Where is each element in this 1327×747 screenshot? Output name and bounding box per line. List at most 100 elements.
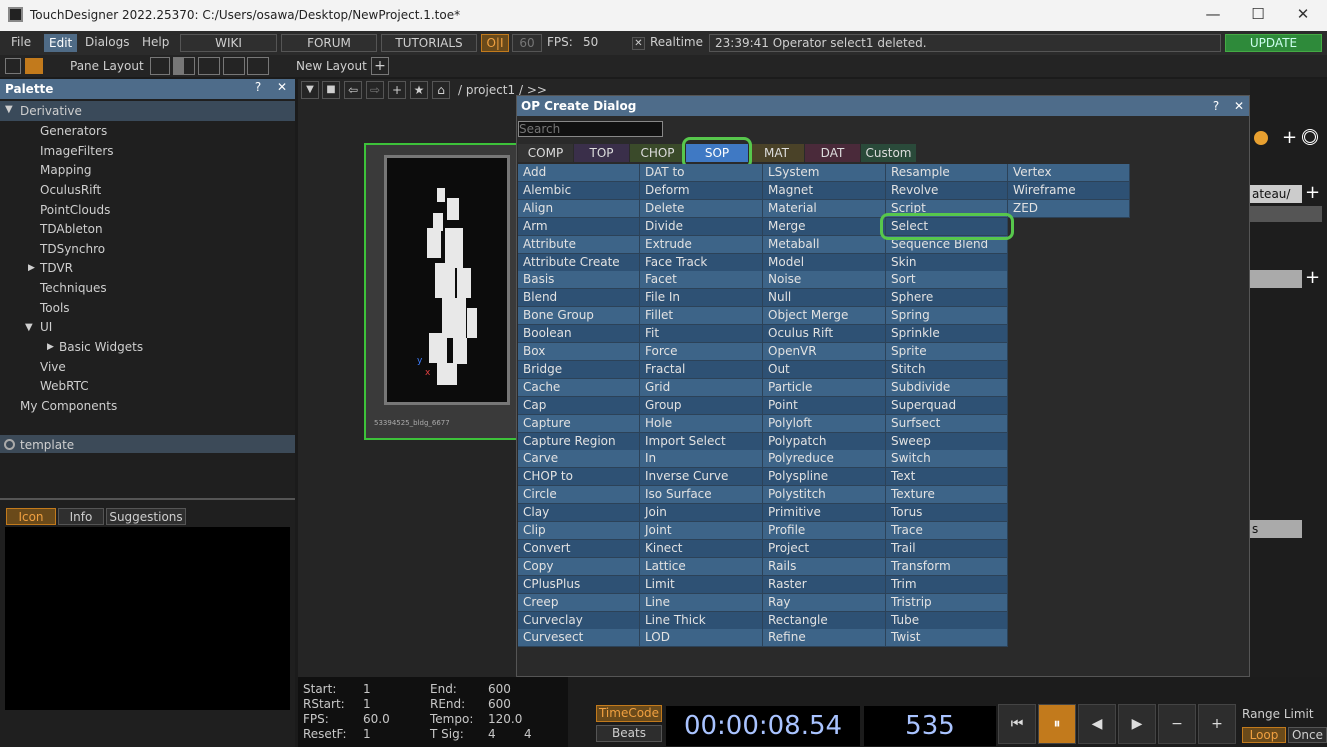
- op-item[interactable]: Refine: [763, 629, 886, 648]
- forward-icon[interactable]: ⇨: [366, 81, 384, 99]
- op-item[interactable]: Blend: [518, 289, 640, 308]
- op-item[interactable]: Stitch: [886, 360, 1008, 379]
- op-item[interactable]: Capture Region: [518, 432, 640, 451]
- op-item[interactable]: Join: [640, 504, 763, 523]
- tree-item[interactable]: TDAbleton: [40, 222, 103, 236]
- op-item[interactable]: Magnet: [763, 181, 886, 200]
- op-item[interactable]: Boolean: [518, 325, 640, 344]
- op-item[interactable]: Null: [763, 289, 886, 308]
- op-item[interactable]: Surfsect: [886, 414, 1008, 433]
- op-item[interactable]: Tube: [886, 611, 1008, 630]
- tree-item[interactable]: WebRTC: [40, 379, 89, 393]
- op-item[interactable]: Force: [640, 343, 763, 361]
- tab-dat[interactable]: DAT: [805, 144, 860, 162]
- timecode-button[interactable]: TimeCode: [596, 705, 662, 722]
- layout-vsplit-icon[interactable]: [173, 57, 195, 75]
- op-item[interactable]: Capture: [518, 414, 640, 433]
- op-item[interactable]: Inverse Curve: [640, 468, 763, 487]
- forum-button[interactable]: FORUM: [281, 34, 377, 52]
- pane-icon[interactable]: [25, 58, 43, 74]
- op-item[interactable]: Rails: [763, 557, 886, 576]
- tsig-b[interactable]: 4: [524, 727, 532, 741]
- dialog-help-button[interactable]: ?: [1206, 97, 1226, 115]
- op-item[interactable]: Clay: [518, 504, 640, 523]
- tree-item[interactable]: Generators: [40, 124, 107, 138]
- plus-icon[interactable]: +: [1305, 267, 1320, 288]
- op-item[interactable]: Extrude: [640, 235, 763, 254]
- op-item[interactable]: Skin: [886, 253, 1008, 272]
- update-button[interactable]: UPDATE: [1225, 34, 1322, 52]
- tree-item-derivative[interactable]: Derivative: [20, 104, 82, 118]
- beats-button[interactable]: Beats: [596, 725, 662, 742]
- tree-item[interactable]: ImageFilters: [40, 144, 114, 158]
- op-item[interactable]: CHOP to: [518, 468, 640, 487]
- expand-icon[interactable]: ▼: [5, 104, 13, 115]
- op-item[interactable]: CPlusPlus: [518, 575, 640, 594]
- back-icon[interactable]: ⇦: [344, 81, 362, 99]
- op-item[interactable]: Limit: [640, 575, 763, 594]
- op-item[interactable]: Cache: [518, 378, 640, 397]
- op-item[interactable]: Ray: [763, 593, 886, 612]
- step-forward-icon[interactable]: ▶: [1118, 704, 1156, 744]
- menu-file[interactable]: File: [11, 35, 31, 49]
- operator-node[interactable]: y x 53394525_bldg_6677: [364, 143, 524, 440]
- tab-icon[interactable]: Icon: [6, 508, 56, 525]
- param-dropdown[interactable]: [1250, 206, 1322, 222]
- op-item[interactable]: Point: [763, 396, 886, 415]
- op-item[interactable]: Box: [518, 343, 640, 361]
- op-item[interactable]: Fractal: [640, 360, 763, 379]
- tree-item[interactable]: Mapping: [40, 163, 92, 177]
- collapse-icon[interactable]: ▶: [47, 342, 54, 352]
- star-icon[interactable]: ★: [410, 81, 428, 99]
- op-item[interactable]: Torus: [886, 504, 1008, 523]
- tree-item[interactable]: PointClouds: [40, 203, 110, 217]
- op-item[interactable]: Rectangle: [763, 611, 886, 630]
- plus-icon[interactable]: +: [1282, 127, 1297, 148]
- tempo-value[interactable]: 120.0: [488, 712, 522, 726]
- op-item[interactable]: Trail: [886, 539, 1008, 558]
- realtime-checkbox[interactable]: ✕: [632, 37, 645, 50]
- tree-item[interactable]: OculusRift: [40, 183, 101, 197]
- op-item[interactable]: Polystitch: [763, 486, 886, 505]
- op-item[interactable]: Curveclay: [518, 611, 640, 630]
- op-item[interactable]: Profile: [763, 522, 886, 540]
- start-value[interactable]: 1: [363, 682, 371, 696]
- tab-custom[interactable]: Custom: [861, 144, 916, 162]
- op-item[interactable]: Trace: [886, 522, 1008, 540]
- fps-cap-field[interactable]: 60: [512, 34, 542, 52]
- layout-hsplit-icon[interactable]: [198, 57, 220, 75]
- menu-dialogs[interactable]: Dialogs: [85, 35, 129, 49]
- add-icon[interactable]: +: [388, 81, 406, 99]
- tab-info[interactable]: Info: [58, 508, 104, 525]
- op-item[interactable]: Joint: [640, 522, 763, 540]
- op-item[interactable]: Circle: [518, 486, 640, 505]
- op-item[interactable]: Noise: [763, 271, 886, 290]
- op-item[interactable]: Sprite: [886, 343, 1008, 361]
- stop-icon[interactable]: ■: [322, 81, 340, 99]
- rewind-icon[interactable]: ⏮: [998, 704, 1036, 744]
- fps-value[interactable]: 60.0: [363, 712, 390, 726]
- op-item[interactable]: LOD: [640, 629, 763, 648]
- pause-icon[interactable]: ⏸: [1038, 704, 1076, 744]
- op-item[interactable]: Grid: [640, 378, 763, 397]
- op-item[interactable]: Creep: [518, 593, 640, 612]
- op-item[interactable]: Hole: [640, 414, 763, 433]
- op-item[interactable]: Line Thick: [640, 611, 763, 630]
- tree-item[interactable]: Vive: [40, 360, 66, 374]
- menu-down-icon[interactable]: ▼: [301, 81, 319, 99]
- tree-item[interactable]: TDSynchro: [40, 242, 105, 256]
- op-item[interactable]: Bridge: [518, 360, 640, 379]
- op-item[interactable]: Import Select: [640, 432, 763, 451]
- op-item[interactable]: Merge: [763, 217, 886, 236]
- op-item[interactable]: File In: [640, 289, 763, 308]
- tree-item[interactable]: UI: [40, 320, 52, 334]
- palette-close-button[interactable]: ✕: [272, 80, 292, 98]
- op-item[interactable]: Material: [763, 199, 886, 218]
- tsig-a[interactable]: 4: [488, 727, 496, 741]
- op-item[interactable]: Align: [518, 199, 640, 218]
- op-item[interactable]: Cap: [518, 396, 640, 415]
- minimize-button[interactable]: —: [1198, 5, 1228, 25]
- op-item[interactable]: Wireframe: [1008, 181, 1130, 200]
- op-item[interactable]: Basis: [518, 271, 640, 290]
- rstart-value[interactable]: 1: [363, 697, 371, 711]
